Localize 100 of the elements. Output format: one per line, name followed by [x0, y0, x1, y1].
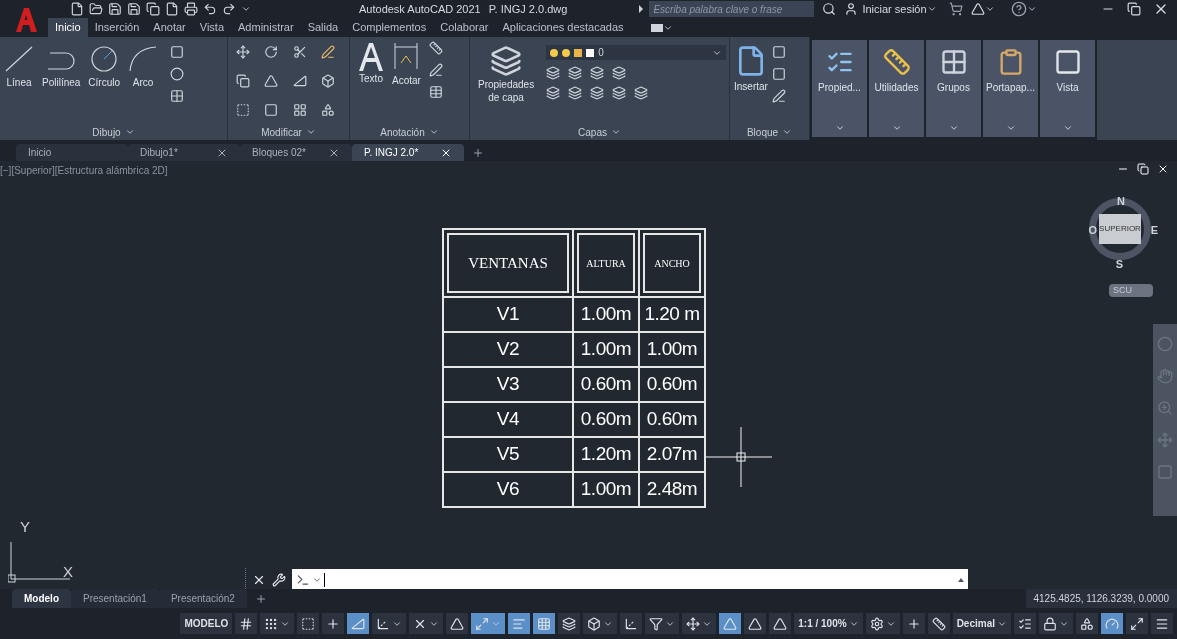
- close-icon[interactable]: [1157, 163, 1169, 175]
- wrench-icon[interactable]: [272, 572, 286, 587]
- panel-title[interactable]: Dibujo: [92, 124, 121, 140]
- restore-icon[interactable]: [1127, 2, 1141, 16]
- undo-icon[interactable]: [203, 2, 217, 16]
- print-icon[interactable]: [184, 2, 198, 16]
- scale-icon[interactable]: [264, 103, 279, 117]
- status-toggle[interactable]: [645, 613, 680, 634]
- panel-title[interactable]: Capas: [578, 124, 607, 140]
- status-toggle[interactable]: [347, 613, 370, 634]
- panel-title[interactable]: Modificar: [261, 124, 302, 140]
- status-toggle[interactable]: [1151, 613, 1173, 634]
- layer-icon[interactable]: [612, 86, 627, 100]
- layer-icon[interactable]: [546, 86, 561, 100]
- ribbon-tab[interactable]: Aplicaciones destacadas: [495, 18, 631, 37]
- status-toggle[interactable]: [409, 613, 444, 634]
- compass-east[interactable]: E: [1150, 222, 1158, 239]
- mirror-icon[interactable]: [264, 74, 279, 88]
- status-toggle[interactable]: [533, 613, 556, 634]
- status-toggle[interactable]: [322, 613, 345, 634]
- block-icon[interactable]: [771, 67, 786, 81]
- document-tab[interactable]: P. INGJ 2.0*: [352, 144, 464, 161]
- status-toggle[interactable]: [297, 613, 320, 634]
- fillet-icon[interactable]: [292, 74, 307, 88]
- layer-icon[interactable]: [546, 66, 561, 80]
- copy-icon[interactable]: [236, 74, 250, 88]
- block-icon[interactable]: [771, 45, 786, 59]
- hatch-icon[interactable]: [170, 89, 185, 103]
- layer-icon[interactable]: [568, 66, 583, 80]
- box-icon[interactable]: [320, 74, 335, 88]
- save-as-icon[interactable]: [127, 2, 141, 16]
- ribbon-tab[interactable]: Salida: [300, 18, 346, 37]
- collapsed-panel[interactable]: Utilidades: [869, 40, 924, 137]
- leader-icon[interactable]: [428, 63, 443, 77]
- status-toggle[interactable]: [260, 613, 295, 634]
- ribbon-tool[interactable]: Línea: [4, 45, 34, 90]
- app-logo-icon[interactable]: [14, 6, 38, 32]
- compass-west[interactable]: O: [1088, 222, 1097, 239]
- ribbon-tab[interactable]: Vista: [192, 18, 231, 37]
- caret-icon[interactable]: [926, 4, 937, 14]
- new-layout-icon[interactable]: [254, 592, 267, 605]
- layout-tab[interactable]: Presentación1: [71, 589, 159, 608]
- document-tab[interactable]: Bloques 02*: [240, 144, 352, 161]
- caret-icon[interactable]: [1026, 4, 1037, 14]
- status-toggle[interactable]: [1039, 613, 1073, 634]
- ribbon-tool[interactable]: Acotar: [392, 41, 421, 88]
- move-icon[interactable]: [236, 45, 250, 59]
- status-button[interactable]: Decimal: [952, 613, 1011, 634]
- ribbon-tool[interactable]: Círculo: [88, 45, 121, 90]
- ellipse-icon[interactable]: [170, 67, 185, 81]
- caret-icon[interactable]: [984, 4, 995, 14]
- ribbon-tool[interactable]: Polilínea: [42, 45, 81, 90]
- copy-icon[interactable]: [146, 2, 160, 16]
- user-icon[interactable]: [844, 2, 859, 16]
- panel-toggle-icon[interactable]: [650, 23, 663, 32]
- stretch-icon[interactable]: [236, 103, 250, 117]
- sign-in-link[interactable]: Iniciar sesión: [862, 0, 927, 18]
- status-toggle[interactable]: [558, 613, 581, 634]
- status-toggle[interactable]: [744, 613, 767, 634]
- redo-icon[interactable]: [222, 2, 236, 16]
- layer-dropdown[interactable]: 0: [546, 45, 727, 60]
- layer-icon[interactable]: [612, 66, 627, 80]
- document-tab[interactable]: Inicio: [16, 144, 128, 161]
- layer-icon[interactable]: [634, 86, 649, 100]
- status-button[interactable]: MODELO: [180, 613, 233, 634]
- search-field[interactable]: Escriba palabra clave o frase: [649, 1, 815, 17]
- scissors-icon[interactable]: [292, 45, 307, 59]
- status-toggle[interactable]: [769, 613, 792, 634]
- layer-icon[interactable]: [568, 86, 583, 100]
- ribbon-tab[interactable]: Administrar: [231, 18, 301, 37]
- collapsed-panel[interactable]: Grupos: [926, 40, 981, 137]
- help-icon[interactable]: [1010, 1, 1027, 17]
- folder-icon[interactable]: [89, 2, 103, 16]
- status-toggle[interactable]: [1101, 613, 1123, 634]
- status-toggle[interactable]: [583, 613, 618, 634]
- status-toggle[interactable]: [719, 613, 742, 634]
- status-toggle[interactable]: [865, 613, 900, 634]
- layer-icon[interactable]: [590, 86, 605, 100]
- status-toggle[interactable]: [620, 613, 643, 634]
- ribbon-tab[interactable]: Inserción: [87, 18, 147, 37]
- expand-arrow-icon[interactable]: [639, 5, 644, 13]
- panel-title[interactable]: Bloque: [746, 124, 779, 140]
- restore-icon[interactable]: [1137, 163, 1149, 175]
- status-toggle[interactable]: [235, 613, 258, 634]
- ribbon-tool[interactable]: Insertar: [734, 45, 768, 94]
- rectangle-icon[interactable]: [170, 45, 185, 59]
- new-file-icon[interactable]: [70, 2, 84, 16]
- status-toggle[interactable]: [682, 613, 717, 634]
- status-toggle[interactable]: [471, 613, 506, 634]
- compass-north[interactable]: N: [1117, 193, 1125, 210]
- rotate-icon[interactable]: [264, 45, 279, 59]
- ribbon-tab[interactable]: Complementos: [345, 18, 434, 37]
- status-toggle[interactable]: [1076, 613, 1098, 634]
- cart-icon[interactable]: [948, 2, 963, 16]
- table-icon[interactable]: [428, 85, 443, 99]
- document-tab[interactable]: Dibujo1*: [128, 144, 240, 161]
- status-toggle[interactable]: [927, 613, 950, 634]
- pen-icon[interactable]: [320, 45, 335, 59]
- search-icon[interactable]: [822, 2, 837, 16]
- document-icon[interactable]: [165, 2, 179, 16]
